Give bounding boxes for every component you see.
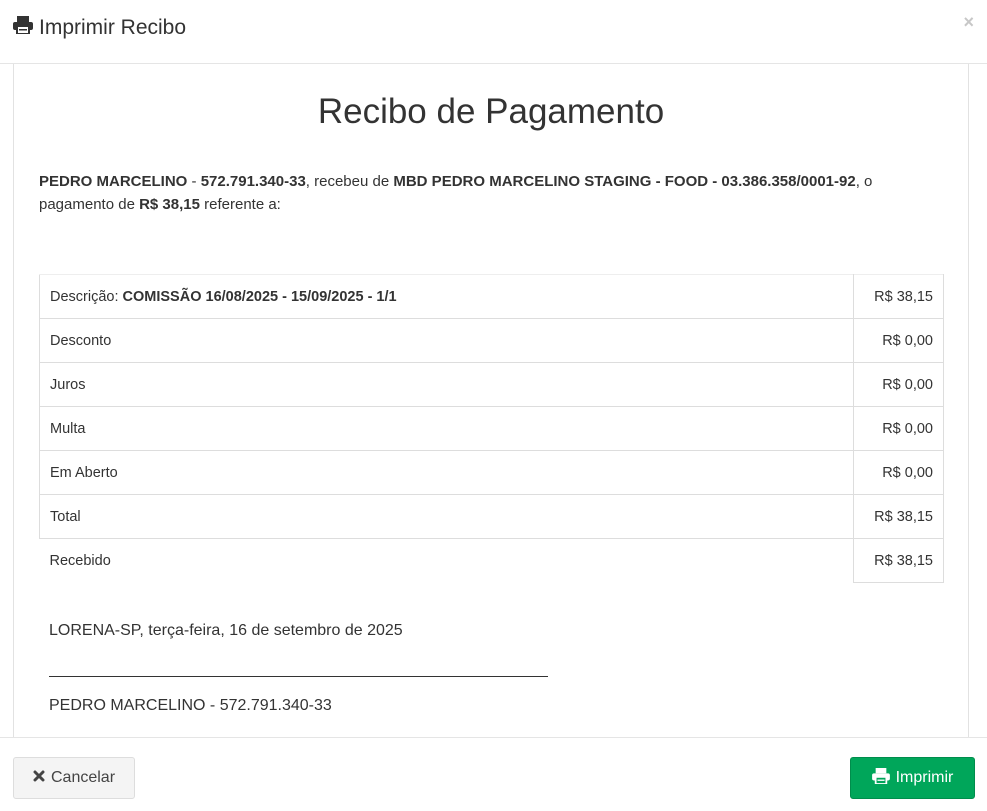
table-row: Total R$ 38,15 (38, 494, 944, 539)
payer-name: MBD PEDRO MARCELINO STAGING - FOOD - 03.… (393, 173, 856, 190)
table-row: Em Aberto R$ 0,00 (38, 450, 944, 495)
close-icon: × (963, 12, 974, 32)
times-icon (33, 769, 51, 787)
modal-footer: Cancelar Imprimir (0, 737, 987, 811)
item-label: Juros (38, 362, 855, 407)
item-amount: R$ 0,00 (853, 406, 944, 451)
item-amount: R$ 0,00 (853, 450, 944, 495)
payment-amount: R$ 38,15 (139, 196, 200, 213)
item-amount: R$ 38,15 (853, 494, 944, 539)
print-label: Imprimir (895, 769, 954, 786)
item-label: Multa (38, 406, 855, 451)
printer-icon (13, 16, 39, 40)
print-button[interactable]: Imprimir (850, 757, 975, 799)
table-row: Recebido R$ 38,15 (40, 538, 944, 583)
received-from-text: , recebeu de (305, 173, 394, 190)
item-label: Desconto (38, 318, 855, 363)
place-date: LORENA-SP, terça-feira, 16 de setembro d… (49, 622, 403, 639)
item-amount: R$ 38,15 (853, 274, 944, 319)
cancel-button[interactable]: Cancelar (13, 757, 135, 799)
payee-separator: - (187, 173, 201, 190)
table-row: Multa R$ 0,00 (38, 406, 944, 451)
modal-title-text: Imprimir Recibo (39, 16, 187, 39)
referring-text: referente a: (199, 196, 281, 213)
payee-document: 572.791.340-33 (200, 173, 306, 190)
item-label: Em Aberto (38, 450, 855, 495)
item-amount: R$ 0,00 (853, 362, 944, 407)
signer-name: PEDRO MARCELINO - 572.791.340-33 (49, 697, 332, 714)
receipt-intro: PEDRO MARCELINO - 572.791.340-33, recebe… (39, 170, 939, 216)
item-label: Recebido (49, 552, 111, 569)
table-row: Juros R$ 0,00 (38, 362, 944, 407)
signature-line (49, 676, 548, 677)
table-row: Descrição: COMISSÃO 16/08/2025 - 15/09/2… (38, 274, 944, 319)
modal-title: Imprimir Recibo (13, 16, 186, 40)
table-row: Desconto R$ 0,00 (38, 318, 944, 363)
description-value: COMISSÃO 16/08/2025 - 15/09/2025 - 1/1 (122, 288, 397, 305)
close-button[interactable]: × (963, 13, 974, 31)
modal-header: Imprimir Recibo × (0, 0, 987, 64)
payee-name: PEDRO MARCELINO (39, 173, 188, 190)
item-amount: R$ 0,00 (853, 318, 944, 363)
receipt-items-table: Descrição: COMISSÃO 16/08/2025 - 15/09/2… (38, 274, 944, 583)
item-amount: R$ 38,15 (853, 538, 944, 583)
item-label: Descrição: COMISSÃO 16/08/2025 - 15/09/2… (38, 274, 855, 319)
receipt-heading: Recibo de Pagamento (317, 92, 665, 131)
item-label: Total (38, 494, 855, 539)
description-label: Descrição: (50, 288, 123, 305)
printer-icon (871, 767, 896, 789)
cancel-label: Cancelar (50, 769, 116, 786)
modal-body: Recibo de Pagamento PEDRO MARCELINO - 57… (13, 64, 969, 737)
